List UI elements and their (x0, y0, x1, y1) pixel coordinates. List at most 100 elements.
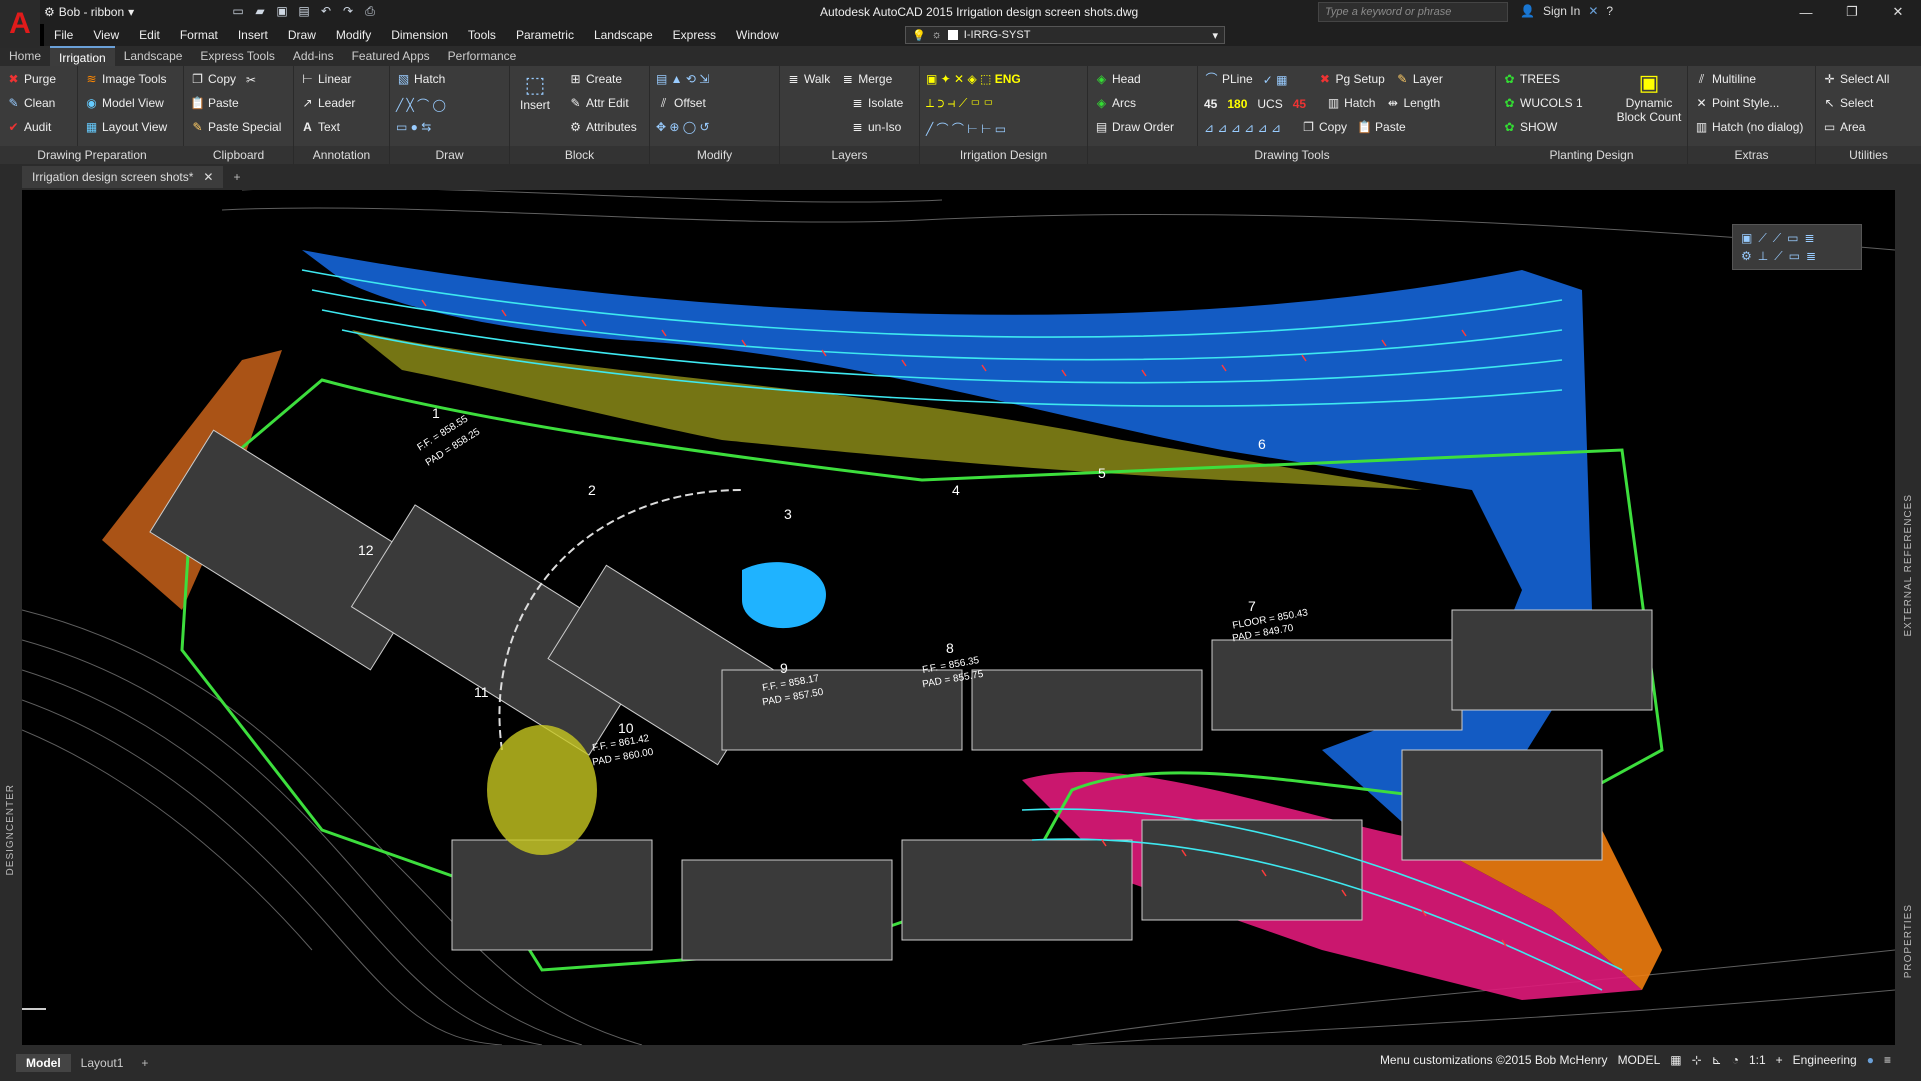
trees-button[interactable]: ✿ TREES (1502, 72, 1560, 87)
paste-special-button[interactable]: ✎ Paste Special (190, 120, 281, 135)
hatch-tool-button[interactable]: ▥ Hatch (1326, 96, 1376, 111)
sprinkler-tools-icon[interactable]: ╱ ⌒ ⌒ ⊢ ⊢ ▭ (926, 120, 1006, 137)
isolate-objects-icon[interactable]: ● (1867, 1053, 1874, 1067)
tab-layout1[interactable]: Layout1 (71, 1054, 134, 1072)
units-dropdown[interactable]: Engineering (1793, 1053, 1857, 1067)
ucs-label[interactable]: UCS (1257, 97, 1282, 111)
dim-tools-icon[interactable]: ⊿ ⊿ ⊿ ⊿ ⊿ ⊿ (1204, 121, 1281, 135)
polar-icon[interactable]: ◔ (1732, 1053, 1739, 1067)
paste-button[interactable]: 📋 Paste (190, 96, 239, 111)
customize-icon[interactable]: ≡ (1884, 1053, 1891, 1067)
toolbar-icons-row2[interactable]: ⚙⊥⟋▭≣ (1741, 249, 1822, 264)
menu-draw[interactable]: Draw (278, 28, 326, 42)
tab-irrigation[interactable]: Irrigation (50, 46, 115, 66)
dynamic-block-count-button[interactable]: ▣ Dynamic Block Count (1614, 70, 1684, 124)
arcs-button[interactable]: ◈ Arcs (1094, 96, 1136, 111)
designcenter-label[interactable]: DESIGNCENTER (5, 784, 16, 875)
leader-button[interactable]: ↗ Leader (300, 96, 355, 111)
area-button[interactable]: ▭ Area (1822, 120, 1866, 135)
menu-modify[interactable]: Modify (326, 28, 381, 42)
text-button[interactable]: A Text (300, 120, 340, 135)
select-all-button[interactable]: ✛ Select All (1822, 72, 1889, 87)
sign-in[interactable]: 👤 Sign In ✕ ? (1520, 4, 1613, 18)
image-tools-button[interactable]: ≋ Image Tools (84, 72, 166, 87)
hatch-button[interactable]: ▧ Hatch (396, 72, 446, 87)
linear-button[interactable]: ⊢ Linear (300, 72, 351, 87)
ortho-icon[interactable]: ⊾ (1712, 1053, 1722, 1067)
model-view-button[interactable]: ◉ Model View (84, 96, 164, 111)
copy-button[interactable]: ❐ Copy (190, 72, 236, 87)
isolate-button[interactable]: ≣ Isolate (850, 96, 903, 111)
menu-window[interactable]: Window (726, 28, 789, 42)
insert-button[interactable]: ⬚ Insert (520, 72, 550, 112)
draw-order-button[interactable]: ▤ Draw Order (1094, 120, 1174, 135)
drawing-canvas[interactable]: 1 2 3 4 5 6 7 8 9 10 11 12 F.F. = 858.55… (22, 190, 1895, 1045)
tab-home[interactable]: Home (0, 46, 50, 66)
menu-landscape[interactable]: Landscape (584, 28, 663, 42)
attr-edit-button[interactable]: ✎ Attr Edit (568, 96, 628, 111)
exchange-icon[interactable]: ✕ (1588, 4, 1598, 18)
menu-insert[interactable]: Insert (228, 28, 278, 42)
search-input[interactable]: Type a keyword or phrase (1318, 2, 1508, 22)
menu-view[interactable]: View (83, 28, 129, 42)
tab-add-ins[interactable]: Add-ins (284, 46, 343, 66)
tab-landscape[interactable]: Landscape (115, 46, 192, 66)
create-button[interactable]: ⊞ Create (568, 72, 622, 87)
menu-edit[interactable]: Edit (129, 28, 170, 42)
purge-button[interactable]: ✖ Purge (6, 72, 56, 87)
audit-button[interactable]: ✔ Audit (6, 120, 51, 135)
hatch-no-dialog-button[interactable]: ▥ Hatch (no dialog) (1694, 120, 1804, 135)
pipe-tools-icon[interactable]: ⟂ ⊃ ⊣ ⟋ ▭ ▭ (926, 96, 993, 111)
open-icon[interactable]: ▰ (252, 3, 268, 19)
external-references-label[interactable]: EXTERNAL REFERENCES (1903, 494, 1914, 637)
autocad-logo-icon[interactable]: A (0, 0, 40, 48)
plus-icon[interactable]: + (1776, 1053, 1783, 1067)
select-button[interactable]: ↖ Select (1822, 96, 1873, 111)
paste-tool-button[interactable]: 📋 Paste (1357, 120, 1406, 135)
layout-view-button[interactable]: ▦ Layout View (84, 120, 167, 135)
irrigation-tools-icon[interactable]: ▣ ✦ ✕ ◈ ⬚ ENG (926, 72, 1021, 86)
merge-button[interactable]: ≣ Merge (840, 72, 893, 87)
add-layout-button[interactable]: + (141, 1056, 148, 1070)
walk-button[interactable]: ≣ Walk (786, 72, 830, 87)
ucs-neg45-icon[interactable]: 45 (1293, 97, 1306, 111)
cut-icon[interactable]: ✂ (246, 73, 256, 87)
menu-dimension[interactable]: Dimension (381, 28, 458, 42)
toolbar-icons[interactable]: ▣⟋⟋▭≣ (1741, 231, 1821, 246)
show-button[interactable]: ✿ SHOW (1502, 120, 1557, 135)
menu-parametric[interactable]: Parametric (506, 28, 584, 42)
menu-tools[interactable]: Tools (458, 28, 506, 42)
close-icon[interactable]: ✕ (203, 166, 213, 188)
menu-express[interactable]: Express (663, 28, 726, 42)
tab-model[interactable]: Model (16, 1054, 71, 1072)
properties-label[interactable]: PROPERTIES (1903, 904, 1914, 978)
tab-express-tools[interactable]: Express Tools (191, 46, 283, 66)
wucols-button[interactable]: ✿ WUCOLS 1 (1502, 96, 1582, 111)
undo-icon[interactable]: ↶ (318, 3, 334, 19)
close-button[interactable]: ✕ (1875, 0, 1921, 24)
model-space-button[interactable]: MODEL (1618, 1053, 1661, 1067)
save-as-icon[interactable]: ▤ (296, 3, 312, 19)
pline-button[interactable]: ⌒ PLine (1204, 72, 1252, 87)
tab-performance[interactable]: Performance (439, 46, 526, 66)
offset-button[interactable]: ⫽ Offset (656, 96, 706, 111)
layer-dropdown[interactable]: 💡 ☼ I-IRRG-SYST ▾ (905, 26, 1225, 44)
grid-icon[interactable]: ▦ (1670, 1053, 1681, 1067)
attributes-button[interactable]: ⚙ Attributes (568, 120, 637, 135)
workspace-switcher[interactable]: ⚙ Bob - ribbon ▾ (44, 2, 224, 22)
document-tab[interactable]: Irrigation design screen shots* ✕ (22, 166, 224, 188)
new-icon[interactable]: ▭ (230, 3, 246, 19)
clean-button[interactable]: ✎ Clean (6, 96, 55, 111)
annotation-scale[interactable]: 1:1 (1749, 1053, 1766, 1067)
snap-icon[interactable]: ⊹ (1692, 1053, 1702, 1067)
copy-tool-button[interactable]: ❐ Copy (1301, 120, 1347, 135)
new-tab-button[interactable]: + (233, 170, 240, 184)
move-icon[interactable]: ✥ ⊕ ◯ ↺ (656, 120, 710, 134)
ucs-180-icon[interactable]: 180 (1227, 97, 1247, 111)
help-icon[interactable]: ? (1606, 4, 1613, 18)
plot-icon[interactable]: ⎙ (362, 3, 378, 19)
layer-button[interactable]: ✎ Layer (1395, 72, 1443, 87)
length-button[interactable]: ⇹ Length (1385, 96, 1440, 111)
minimize-button[interactable]: — (1783, 0, 1829, 24)
menu-file[interactable]: File (44, 28, 83, 42)
